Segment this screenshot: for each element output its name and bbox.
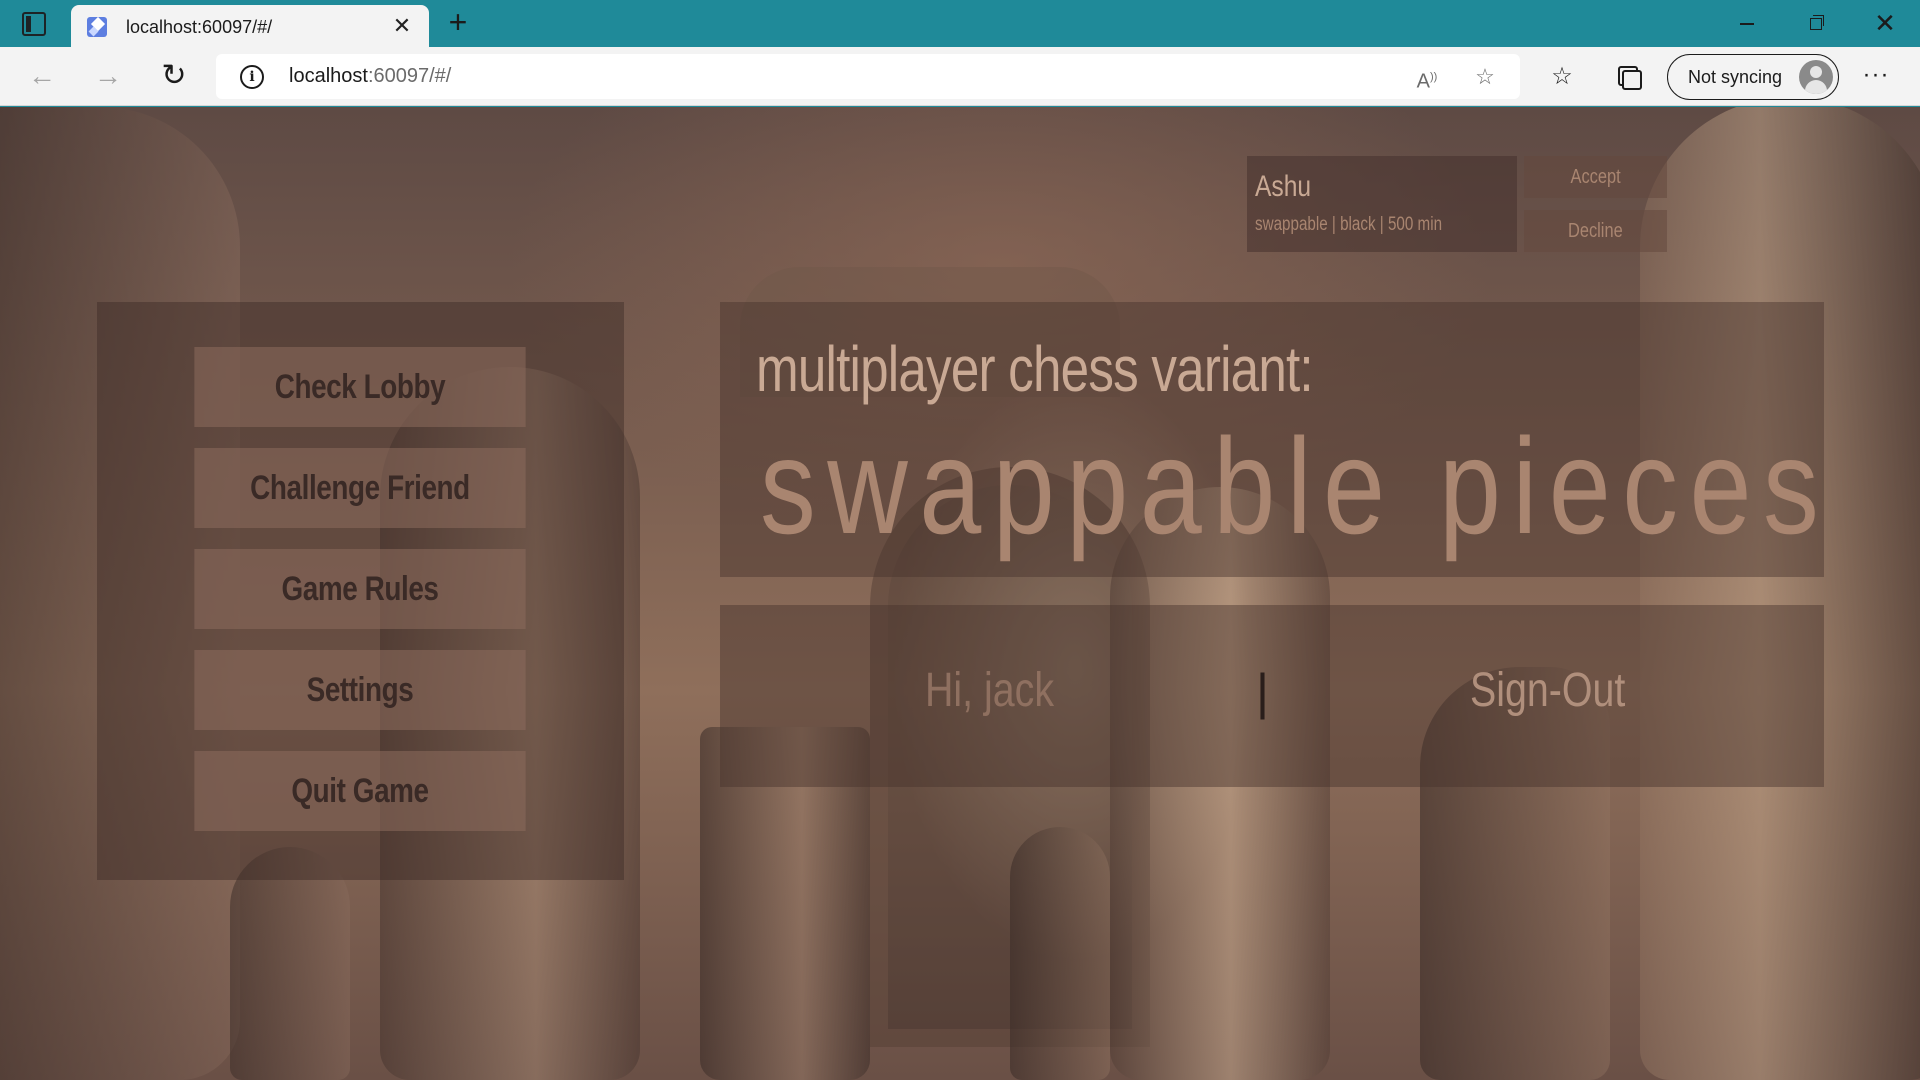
avatar bbox=[1799, 60, 1833, 94]
star-plus-icon[interactable]: ☆ bbox=[1470, 62, 1500, 92]
restore-button[interactable] bbox=[1793, 6, 1839, 40]
read-aloud-icon[interactable]: A)) bbox=[1412, 62, 1442, 93]
challenge-details: swappable | black | 500 min bbox=[1255, 214, 1443, 235]
quit-game-button[interactable]: Quit Game bbox=[194, 751, 526, 831]
accept-button[interactable]: Accept bbox=[1524, 156, 1667, 198]
arrow-right-icon[interactable]: → bbox=[88, 57, 128, 97]
check-lobby-button[interactable]: Check Lobby bbox=[194, 347, 526, 427]
favorites-icon[interactable]: ☆ bbox=[1544, 60, 1580, 96]
reload-icon[interactable]: ↻ bbox=[154, 57, 194, 97]
decline-button[interactable]: Decline bbox=[1524, 210, 1667, 252]
background-pawn-left bbox=[230, 847, 350, 1080]
flutter-favicon-icon bbox=[87, 17, 107, 37]
profile-label: Not syncing bbox=[1688, 67, 1783, 87]
page-title: swappable pieces bbox=[760, 410, 1831, 562]
user-panel: Hi, jack | Sign-Out bbox=[720, 605, 1824, 787]
game-rules-button[interactable]: Game Rules bbox=[194, 549, 526, 629]
challenger-name: Ashu bbox=[1255, 170, 1312, 203]
sign-out-button[interactable]: Sign-Out bbox=[1470, 663, 1625, 718]
page-viewport: Check Lobby Challenge Friend Game Rules … bbox=[0, 107, 1920, 1080]
url-text[interactable]: localhost:60097/#/ bbox=[289, 65, 451, 88]
more-icon[interactable]: ··· bbox=[1858, 60, 1894, 96]
page-subtitle: multiplayer chess variant: bbox=[756, 333, 1314, 405]
info-icon[interactable]: i bbox=[240, 65, 264, 89]
user-greeting: Hi, jack bbox=[925, 664, 1055, 717]
profile-button[interactable]: Not syncing bbox=[1667, 54, 1839, 100]
url-host: localhost bbox=[289, 65, 368, 87]
new-tab-button[interactable]: + bbox=[442, 6, 474, 40]
settings-button[interactable]: Settings bbox=[194, 650, 526, 730]
browser-tab-bar: localhost:60097/#/ ✕ + ✕ bbox=[0, 0, 1920, 47]
main-menu: Check Lobby Challenge Friend Game Rules … bbox=[97, 302, 624, 880]
collections-icon[interactable] bbox=[1610, 60, 1646, 96]
title-panel: multiplayer chess variant: swappable pie… bbox=[720, 302, 1824, 577]
url-path: :60097/#/ bbox=[367, 65, 452, 87]
background-queen bbox=[1640, 107, 1920, 1080]
arrow-left-icon[interactable]: ← bbox=[22, 57, 62, 97]
window-close-button[interactable]: ✕ bbox=[1862, 6, 1908, 40]
accept-label: Accept bbox=[1570, 165, 1621, 188]
decline-label: Decline bbox=[1568, 219, 1623, 242]
minimize-button[interactable] bbox=[1724, 6, 1770, 40]
challenge-friend-button[interactable]: Challenge Friend bbox=[194, 448, 526, 528]
address-bar[interactable]: i localhost:60097/#/ A)) ☆ bbox=[216, 54, 1520, 99]
challenge-card: Ashu swappable | black | 500 min bbox=[1247, 156, 1517, 252]
browser-tab[interactable]: localhost:60097/#/ ✕ bbox=[71, 5, 429, 47]
background-small-pawn bbox=[1010, 827, 1110, 1080]
browser-toolbar: ← → ↻ i localhost:60097/#/ A)) ☆ ☆ Not s… bbox=[0, 47, 1920, 106]
sidebar-icon[interactable] bbox=[22, 12, 46, 36]
user-divider: | bbox=[1256, 664, 1269, 720]
tab-close-icon[interactable]: ✕ bbox=[389, 13, 415, 39]
tab-title: localhost:60097/#/ bbox=[126, 17, 273, 37]
